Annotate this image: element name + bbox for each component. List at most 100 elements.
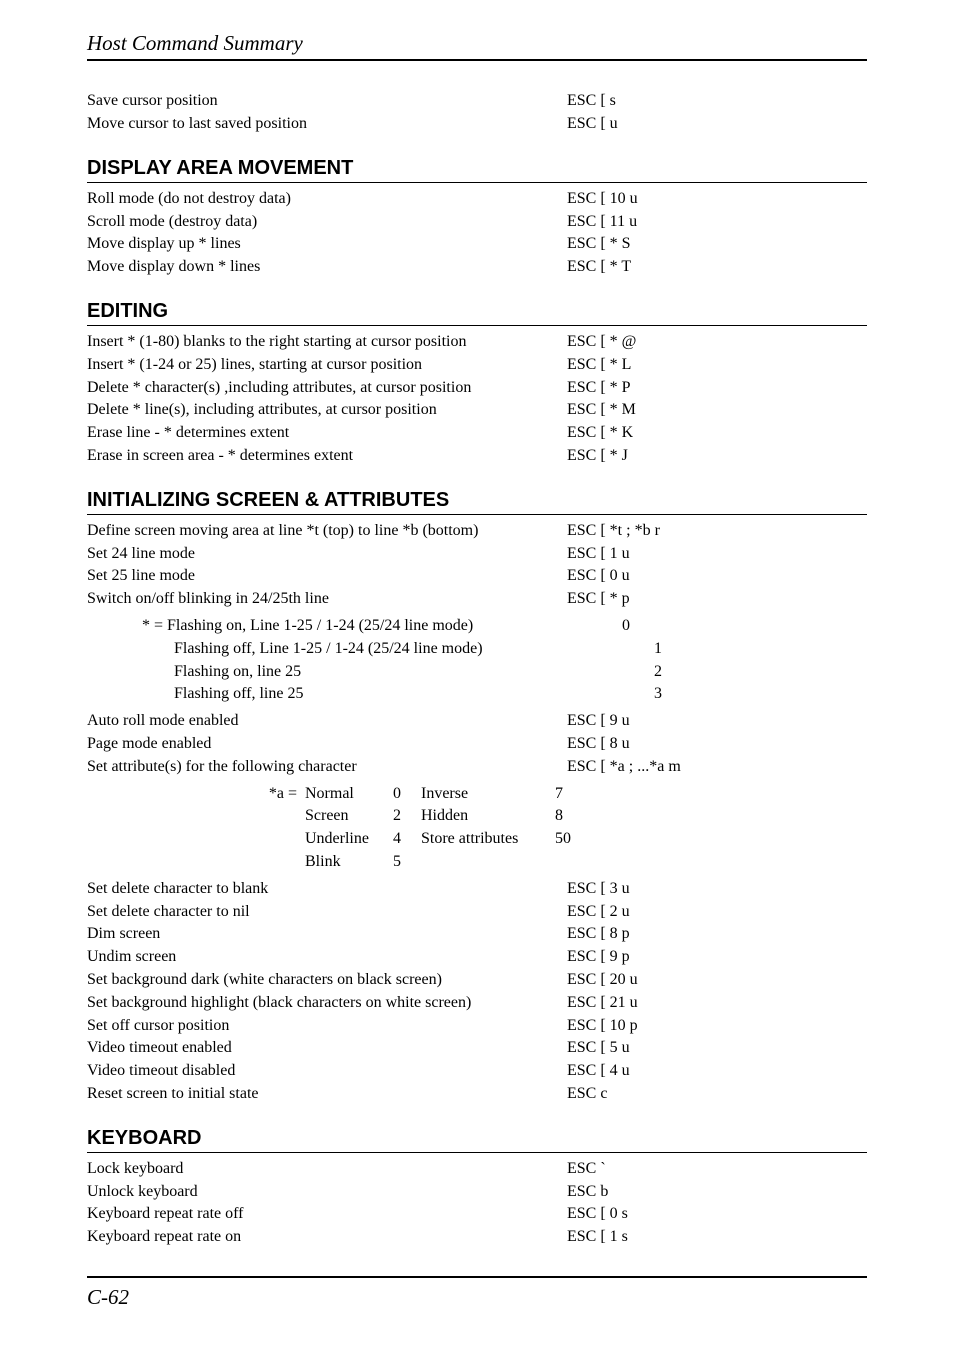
command-row: Delete * line(s), including attributes, … [87, 400, 867, 421]
command-code: ESC [ * J [567, 446, 867, 467]
command-row: Roll mode (do not destroy data)ESC [ 10 … [87, 189, 867, 210]
command-description: Roll mode (do not destroy data) [87, 189, 567, 210]
command-description: Switch on/off blinking in 24/25th line [87, 589, 567, 610]
command-description: Delete * character(s) ,including attribu… [87, 378, 567, 399]
command-code: ESC [ * @ [567, 332, 867, 353]
command-code: ESC [ * M [567, 400, 867, 421]
command-description: Set background dark (white characters on… [87, 970, 567, 991]
command-description: Flashing on, line 25 [87, 662, 654, 683]
legend-cell: 5 [393, 852, 421, 873]
legend-cell: 8 [555, 806, 563, 827]
section-heading-editing: EDITING [87, 298, 867, 326]
command-code: ESC [ 8 u [567, 734, 867, 755]
command-row: Move display down * linesESC [ * T [87, 257, 867, 278]
command-code: 0 [622, 616, 867, 637]
command-code: ESC [ *t ; *b r [567, 521, 867, 542]
legend-row: *a =Normal0Inverse7 [87, 784, 867, 805]
command-row: Undim screenESC [ 9 p [87, 947, 867, 968]
command-code: ESC [ 2 u [567, 902, 867, 923]
command-description: Save cursor position [87, 91, 567, 112]
command-description: Erase line - * determines extent [87, 423, 567, 444]
command-row: Flashing off, line 253 [87, 684, 867, 705]
command-code: 3 [654, 684, 867, 705]
command-code: ESC [ 5 u [567, 1038, 867, 1059]
legend-cell: Inverse [421, 784, 555, 805]
command-description: Unlock keyboard [87, 1182, 567, 1203]
command-description: Undim screen [87, 947, 567, 968]
command-description: Set delete character to blank [87, 879, 567, 900]
command-row: Save cursor positionESC [ s [87, 91, 867, 112]
command-row: Set background highlight (black characte… [87, 993, 867, 1014]
command-row: Insert * (1-24 or 25) lines, starting at… [87, 355, 867, 376]
legend-cell: 4 [393, 829, 421, 850]
legend-cell: 2 [393, 806, 421, 827]
command-description: Insert * (1-24 or 25) lines, starting at… [87, 355, 567, 376]
command-description: Set background highlight (black characte… [87, 993, 567, 1014]
legend-cell [87, 829, 305, 850]
command-code: ESC [ u [567, 114, 867, 135]
command-description: Set 24 line mode [87, 544, 567, 565]
command-description: Set attribute(s) for the following chara… [87, 757, 567, 778]
command-row: Flashing off, Line 1-25 / 1-24 (25/24 li… [87, 639, 867, 660]
command-row: Move display up * linesESC [ * S [87, 234, 867, 255]
command-code: ESC c [567, 1084, 867, 1105]
legend-cell: 0 [393, 784, 421, 805]
legend-cell: Screen [305, 806, 393, 827]
command-code: ESC [ 3 u [567, 879, 867, 900]
legend-row: Underline4Store attributes50 [87, 829, 867, 850]
command-row: Delete * character(s) ,including attribu… [87, 378, 867, 399]
command-row: Switch on/off blinking in 24/25th lineES… [87, 589, 867, 610]
command-code: ESC [ 11 u [567, 212, 867, 233]
command-description: Insert * (1-80) blanks to the right star… [87, 332, 567, 353]
command-description: Scroll mode (destroy data) [87, 212, 567, 233]
command-code: ESC [ 20 u [567, 970, 867, 991]
command-row: Set 25 line modeESC [ 0 u [87, 566, 867, 587]
section-heading-keyboard: KEYBOARD [87, 1125, 867, 1153]
command-code: ESC ` [567, 1159, 867, 1180]
command-code: ESC [ * T [567, 257, 867, 278]
command-code: ESC [ 1 u [567, 544, 867, 565]
command-description: Move cursor to last saved position [87, 114, 567, 135]
legend-cell: 50 [555, 829, 571, 850]
command-description: Erase in screen area - * determines exte… [87, 446, 567, 467]
command-description: Set delete character to nil [87, 902, 567, 923]
command-description: Dim screen [87, 924, 567, 945]
section-heading-initializing: INITIALIZING SCREEN & ATTRIBUTES [87, 487, 867, 515]
command-code: ESC [ 9 p [567, 947, 867, 968]
command-code: ESC [ * S [567, 234, 867, 255]
command-row: Scroll mode (destroy data)ESC [ 11 u [87, 212, 867, 233]
command-row: Reset screen to initial stateESC c [87, 1084, 867, 1105]
legend-cell: Store attributes [421, 829, 555, 850]
legend-row: Blink5 [87, 852, 867, 873]
command-description: Define screen moving area at line *t (to… [87, 521, 567, 542]
legend-cell: *a = [87, 784, 305, 805]
command-description: Set off cursor position [87, 1016, 567, 1037]
command-description: Move display up * lines [87, 234, 567, 255]
command-row: Page mode enabledESC [ 8 u [87, 734, 867, 755]
command-description: Set 25 line mode [87, 566, 567, 587]
command-row: Erase in screen area - * determines exte… [87, 446, 867, 467]
command-description: Delete * line(s), including attributes, … [87, 400, 567, 421]
command-description: Move display down * lines [87, 257, 567, 278]
command-code: ESC [ 21 u [567, 993, 867, 1014]
command-row: Video timeout enabledESC [ 5 u [87, 1038, 867, 1059]
command-code: ESC [ * K [567, 423, 867, 444]
command-code: ESC [ 1 s [567, 1227, 867, 1248]
command-code: ESC [ 0 u [567, 566, 867, 587]
command-code: ESC [ 4 u [567, 1061, 867, 1082]
command-code: ESC [ * P [567, 378, 867, 399]
command-code: 1 [654, 639, 867, 660]
legend-cell: 7 [555, 784, 563, 805]
command-row: * = Flashing on, Line 1-25 / 1-24 (25/24… [87, 616, 867, 637]
command-description: * = Flashing on, Line 1-25 / 1-24 (25/24… [87, 616, 622, 637]
command-row: Keyboard repeat rate offESC [ 0 s [87, 1204, 867, 1225]
command-description: Video timeout enabled [87, 1038, 567, 1059]
section-heading-display-area-movement: DISPLAY AREA MOVEMENT [87, 155, 867, 183]
command-code: ESC [ s [567, 91, 867, 112]
command-code: ESC [ 8 p [567, 924, 867, 945]
command-code: 2 [654, 662, 867, 683]
command-row: Auto roll mode enabledESC [ 9 u [87, 711, 867, 732]
legend-cell: Normal [305, 784, 393, 805]
legend-cell: Blink [305, 852, 393, 873]
legend-cell [87, 806, 305, 827]
